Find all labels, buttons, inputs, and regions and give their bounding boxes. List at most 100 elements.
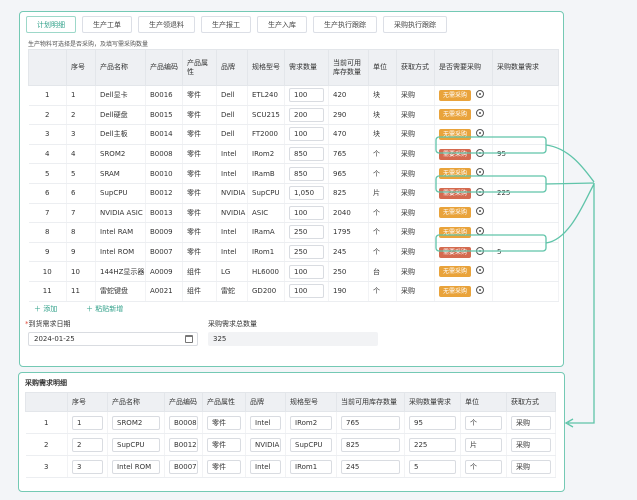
arrival-date-input[interactable]: 2024-01-25 (28, 332, 198, 346)
purchase-qty-cell[interactable] (492, 85, 559, 106)
radio-icon[interactable] (476, 226, 485, 235)
purchase-flag-select[interactable]: 无需采购 (439, 226, 472, 238)
purchase-qty-cell[interactable] (492, 105, 559, 126)
row-seq: 3 (66, 124, 96, 145)
table-row: 8 8 Intel RAM B0009 零件 Intel IRamA 250 1795 个采购 无需… (28, 222, 559, 243)
purchase-flag-cell: 无需采购 (434, 203, 493, 224)
purchase-qty-cell[interactable] (492, 203, 559, 224)
radio-icon[interactable] (476, 109, 485, 118)
column-header (28, 49, 67, 86)
tab-production-tracking[interactable]: 生产执行跟踪 (313, 16, 377, 33)
demand-input[interactable]: 100 (289, 284, 324, 299)
product-code: A0021 (145, 281, 183, 302)
demand-input[interactable]: 850 (289, 147, 324, 162)
brand: LG (216, 261, 248, 282)
stock-qty: 190 (328, 281, 369, 302)
brand: Dell (216, 124, 248, 145)
purchase-qty-cell[interactable] (492, 124, 559, 145)
demand-input[interactable]: 100 (289, 88, 324, 103)
brand: Intel (216, 163, 248, 184)
detail-cell-brand: Intel (245, 411, 286, 434)
tab-plan-detail[interactable]: 计划明细 (26, 16, 76, 33)
radio-icon[interactable] (476, 89, 485, 98)
purchase-flag-select[interactable]: 无需采购 (439, 207, 472, 219)
tab-stock-in[interactable]: 生产入库 (257, 16, 307, 33)
column-header: 序号 (67, 392, 108, 412)
detail-cell-attr: 零件 (202, 433, 246, 456)
stock-qty: 965 (328, 163, 369, 184)
radio-icon[interactable] (476, 148, 485, 157)
stock-qty: 420 (328, 85, 369, 106)
tab-material-issue[interactable]: 生产领退料 (138, 16, 195, 33)
stock-qty: 470 (328, 124, 369, 145)
purchase-flag-select[interactable]: 需要采购 (439, 246, 472, 258)
purchase-flag-select[interactable]: 需要采购 (439, 187, 472, 199)
demand-input[interactable]: 250 (289, 245, 324, 260)
acquire-method: 采购 (396, 222, 435, 243)
tab-bar: 计划明细 生产工单 生产领退料 生产报工 生产入库 生产执行跟踪 采购执行跟踪 (26, 16, 453, 36)
column-header: 获取方式 (506, 392, 556, 412)
radio-icon[interactable] (476, 187, 485, 196)
stock-qty: 2040 (328, 203, 369, 224)
row-index: 8 (28, 222, 67, 243)
table-row: 4 4 SROM2 B0008 零件 Intel IRom2 850 765 个采购 需要采购 95 (28, 144, 559, 165)
demand-input[interactable]: 1,050 (289, 186, 324, 201)
detail-field-name: SupCPU (112, 437, 160, 452)
purchase-qty-cell[interactable]: 5 (492, 242, 559, 263)
radio-icon[interactable] (476, 128, 485, 137)
radio-icon[interactable] (476, 246, 485, 255)
purchase-flag-select[interactable]: 无需采购 (439, 168, 472, 180)
column-header: 产品名称 (107, 392, 165, 412)
detail-cell-code: B0008 (164, 411, 203, 434)
purchase-flag-select[interactable]: 需要采购 (439, 148, 472, 160)
product-attr: 零件 (182, 144, 217, 165)
column-header: 当前可用库存数量 (328, 49, 369, 86)
tab-purchase-tracking[interactable]: 采购执行跟踪 (383, 16, 447, 33)
purchase-flag-select[interactable]: 无需采购 (439, 128, 472, 140)
purchase-flag-select[interactable]: 无需采购 (439, 109, 472, 121)
detail-field-stock: 765 (341, 415, 400, 430)
radio-icon[interactable] (476, 168, 485, 177)
purchase-flag-select[interactable]: 无需采购 (439, 266, 472, 278)
add-row-button[interactable]: ＋ 添加 (34, 304, 57, 314)
purchase-qty-cell[interactable]: 95 (492, 144, 559, 165)
spec: IRamA (247, 222, 285, 243)
brand: Intel (216, 242, 248, 263)
demand-input[interactable]: 200 (289, 107, 324, 122)
demand-input[interactable]: 850 (289, 166, 324, 181)
demand-input[interactable]: 250 (289, 225, 324, 240)
detail-field-brand: NVIDIA (250, 437, 281, 452)
radio-icon[interactable] (476, 266, 485, 275)
detail-header-row: 序号 产品名称 产品编码 产品属性 品牌 规格型号 当前可用库存数量 采购数量需求 单位 获取方式 (25, 392, 556, 412)
table-row: 10 10 144HZ显示器 A0009 组件 LG HL6000 100 250 台采购 无需采购 (28, 261, 559, 282)
purchase-qty-cell[interactable] (492, 163, 559, 184)
purchase-qty-cell[interactable] (492, 281, 559, 302)
tab-work-order[interactable]: 生产工单 (82, 16, 132, 33)
brand: Intel (216, 222, 248, 243)
demand-input[interactable]: 100 (289, 264, 324, 279)
row-index: 1 (28, 85, 67, 106)
detail-cell-idx: 1 (25, 411, 68, 434)
purchase-flag-select[interactable]: 无需采购 (439, 285, 472, 297)
acquire-method: 采购 (396, 85, 435, 106)
demand-input[interactable]: 100 (289, 205, 324, 220)
detail-cell-name: SupCPU (107, 433, 165, 456)
purchase-detail-table: 序号 产品名称 产品编码 产品属性 品牌 规格型号 当前可用库存数量 采购数量需求 单位 获取方式… (25, 392, 556, 478)
tab-work-report[interactable]: 生产报工 (201, 16, 251, 33)
purchase-qty-cell[interactable] (492, 261, 559, 282)
detail-field-code: B0007 (169, 459, 198, 474)
column-header: 产品属性 (182, 49, 217, 86)
purchase-qty-cell[interactable] (492, 222, 559, 243)
detail-cell-seq: 3 (67, 455, 108, 478)
acquire-method: 采购 (396, 242, 435, 263)
radio-icon[interactable] (476, 285, 485, 294)
paste-add-button[interactable]: ＋ 粘贴新增 (86, 304, 123, 314)
purchase-flag-select[interactable]: 无需采购 (439, 89, 472, 101)
demand-cell: 100 (284, 85, 329, 106)
purchase-qty-cell[interactable]: 225 (492, 183, 559, 204)
radio-icon[interactable] (476, 207, 485, 216)
demand-input[interactable]: 100 (289, 127, 324, 142)
detail-cell-stock: 245 (336, 455, 405, 478)
material-table: 序号 产品名称 产品编码 产品属性 品牌 规格型号 需求数量 当前可用库存数量 单位 获取方式 是否… (28, 49, 559, 302)
product-code: B0009 (145, 222, 183, 243)
